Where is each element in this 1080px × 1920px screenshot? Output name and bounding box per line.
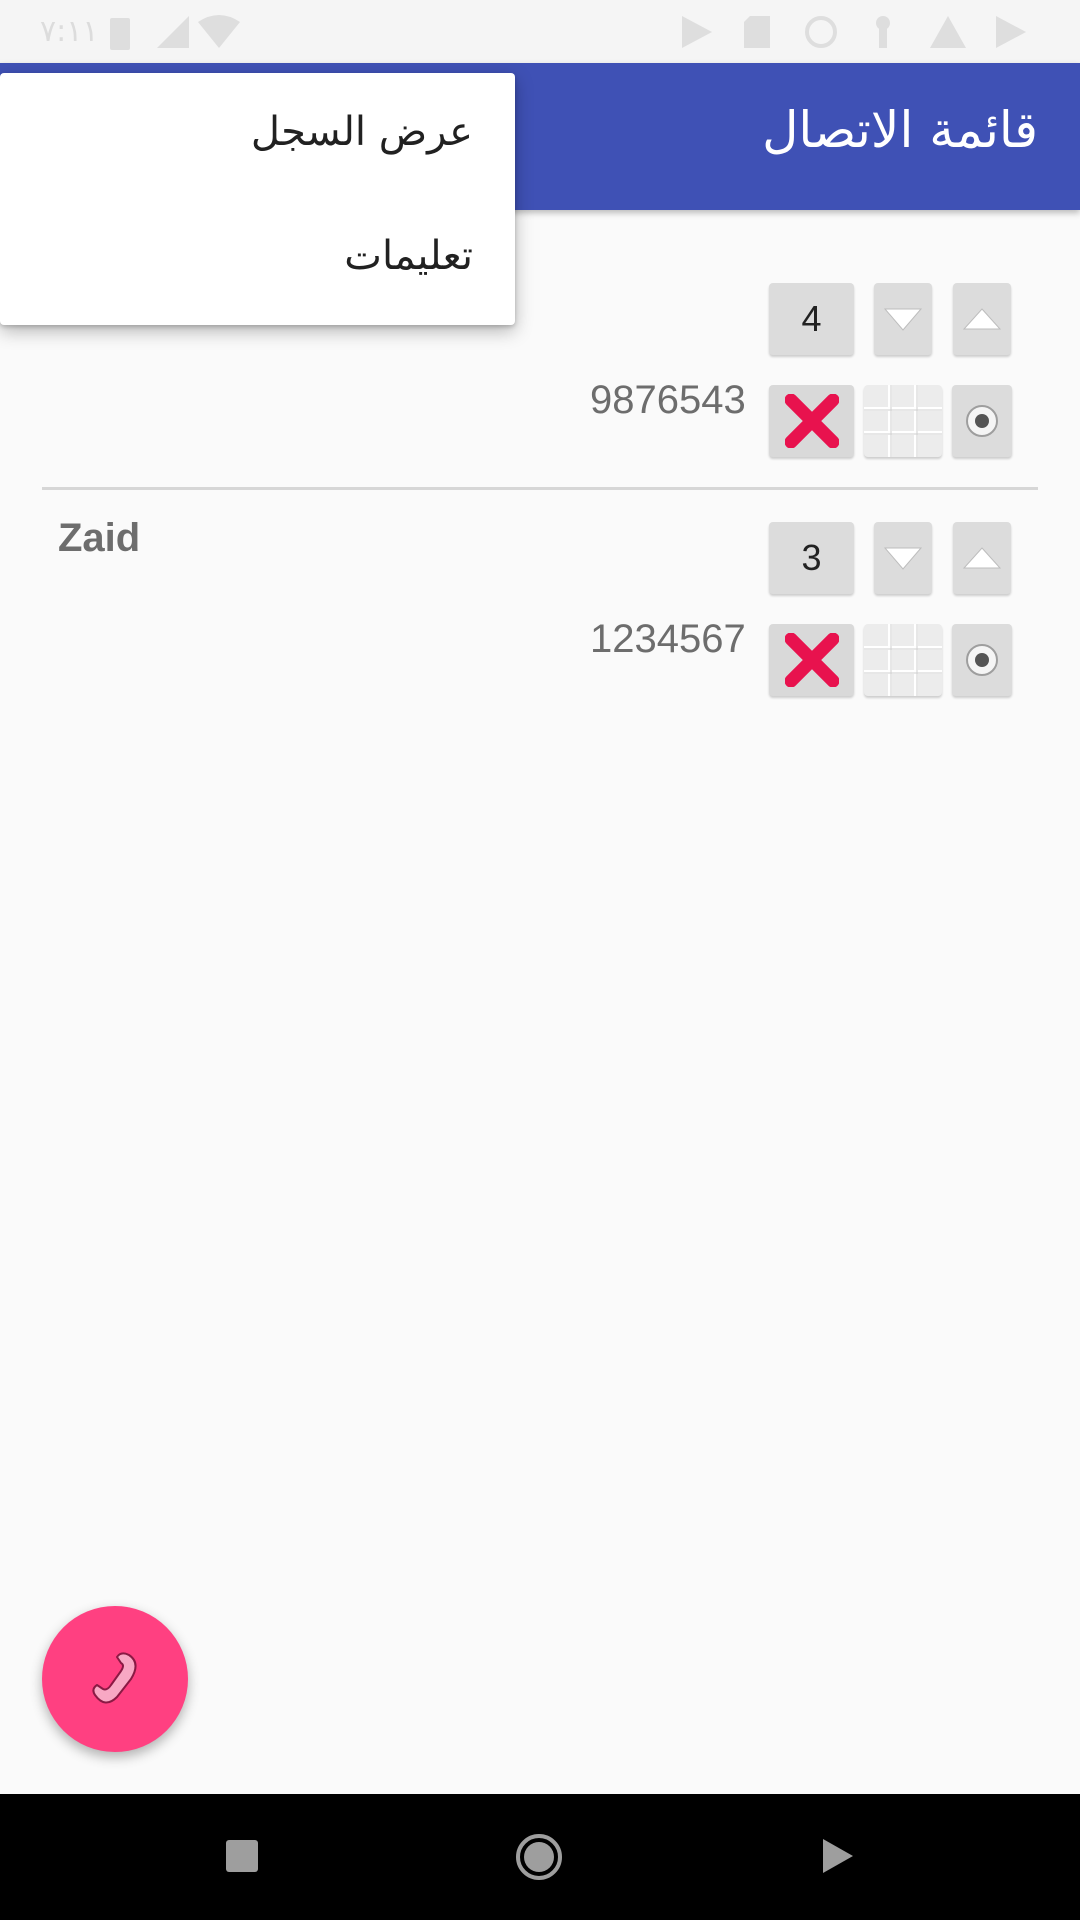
radio-icon [966,405,998,437]
page-title: قائمة الاتصال [762,101,1038,159]
delete-x-icon [784,633,839,687]
overflow-menu: عرض السجل تعليمات [0,73,515,325]
delete-x-icon [784,394,839,448]
contact-name: Zaid [58,516,141,560]
arrow-up-icon [962,308,1002,330]
sd-card-icon [744,16,770,48]
play-store-icon [682,16,712,48]
divider [42,487,1038,490]
dialpad-button[interactable] [864,624,942,696]
key-icon [876,16,890,48]
menu-item-view-log[interactable]: عرض السجل [251,109,473,155]
dialpad-grid-icon [864,624,942,696]
status-time: ٧:١١ [40,14,99,49]
move-down-button[interactable] [874,522,932,594]
wifi-icon [198,15,240,48]
menu-item-help[interactable]: تعليمات [344,233,473,279]
order-counter: 3 [769,522,854,594]
delete-button[interactable] [769,624,854,696]
back-triangle-icon[interactable] [820,1836,856,1876]
home-circle-icon[interactable] [514,1832,564,1882]
navigation-bar [0,1794,1080,1920]
order-counter: 4 [769,283,854,355]
signal-icon [157,16,189,48]
dialpad-button[interactable] [864,385,942,457]
arrow-up-icon [962,547,1002,569]
play-store-icon [996,16,1026,48]
status-bar: ٧:١١ [0,0,1080,63]
move-up-button[interactable] [953,283,1011,355]
delete-button[interactable] [769,385,854,457]
move-up-button[interactable] [953,522,1011,594]
sync-icon [805,16,837,48]
contact-number: 1234567 [590,617,746,661]
select-radio[interactable] [952,385,1012,457]
warning-icon [930,16,966,48]
phone-icon [92,1652,137,1704]
call-fab-button[interactable] [42,1606,188,1752]
radio-icon [966,644,998,676]
contact-number: 9876543 [590,378,746,422]
recents-square-icon[interactable] [224,1838,260,1874]
dialpad-grid-icon [864,385,942,457]
move-down-button[interactable] [874,283,932,355]
arrow-down-icon [883,308,923,331]
battery-icon [110,18,130,50]
select-radio[interactable] [952,624,1012,696]
arrow-down-icon [883,547,923,570]
